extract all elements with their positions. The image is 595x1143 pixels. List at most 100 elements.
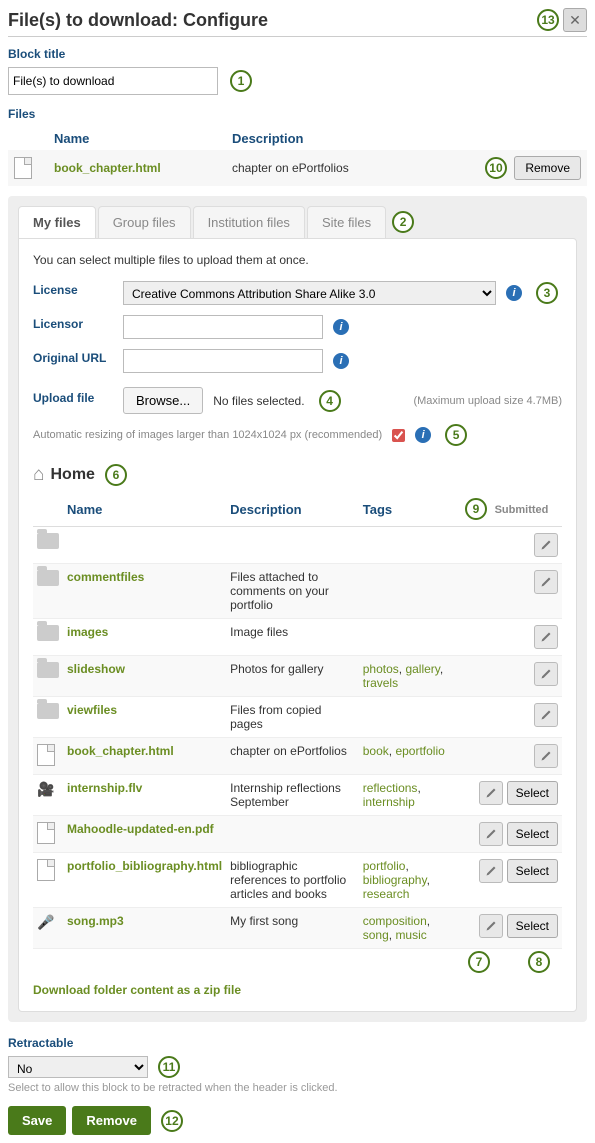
pencil-icon: [540, 668, 552, 680]
file-tags: [359, 527, 457, 564]
pencil-icon: [540, 539, 552, 551]
tag-link[interactable]: song: [363, 928, 389, 942]
tag-link[interactable]: composition: [363, 914, 427, 928]
edit-button[interactable]: [479, 859, 503, 883]
file-description: Photos for gallery: [226, 656, 359, 697]
tag-link[interactable]: portfolio: [363, 859, 406, 873]
retractable-label: Retractable: [8, 1036, 587, 1050]
file-name-link[interactable]: commentfiles: [67, 570, 144, 584]
edit-button[interactable]: [534, 533, 558, 557]
folder-icon: [37, 533, 59, 549]
tag-link[interactable]: bibliography: [363, 873, 427, 887]
original-url-label: Original URL: [33, 351, 113, 365]
close-button[interactable]: ✕: [563, 8, 587, 32]
file-name-link[interactable]: viewfiles: [67, 703, 117, 717]
browse-button[interactable]: Browse...: [123, 387, 203, 414]
file-name-link[interactable]: images: [67, 625, 108, 639]
file-name-link[interactable]: portfolio_bibliography.html: [67, 859, 222, 873]
table-row: book_chapter.htmlchapter on ePortfoliosb…: [33, 738, 562, 775]
folder-icon: [37, 662, 59, 678]
select-button[interactable]: Select: [507, 859, 558, 883]
tag-link[interactable]: photos: [363, 662, 399, 676]
tag-link[interactable]: book: [363, 744, 389, 758]
selected-file-name[interactable]: book_chapter.html: [54, 161, 161, 175]
tag-link[interactable]: gallery: [405, 662, 439, 676]
resize-checkbox[interactable]: [392, 429, 405, 442]
select-button[interactable]: Select: [507, 781, 558, 805]
pencil-icon: [485, 828, 497, 840]
tag-link[interactable]: travels: [363, 676, 398, 690]
select-button[interactable]: Select: [507, 822, 558, 846]
select-button[interactable]: Select: [507, 914, 558, 938]
license-select[interactable]: Creative Commons Attribution Share Alike…: [123, 281, 496, 305]
home-title: Home: [50, 466, 94, 484]
file-tags-header: Tags: [359, 492, 457, 527]
info-icon[interactable]: i: [506, 285, 522, 301]
file-name-link[interactable]: song.mp3: [67, 914, 124, 928]
licensor-input[interactable]: [123, 315, 323, 339]
pencil-icon: [540, 576, 552, 588]
file-tags: [359, 816, 457, 853]
selected-name-header: Name: [48, 127, 226, 150]
annotation-4: 4: [319, 390, 341, 412]
tab-site-files[interactable]: Site files: [307, 206, 386, 238]
table-row: imagesImage files: [33, 619, 562, 656]
table-row: commentfilesFiles attached to comments o…: [33, 564, 562, 619]
file-tags: [359, 619, 457, 656]
retractable-help-text: Select to allow this block to be retract…: [8, 1082, 587, 1094]
edit-button[interactable]: [534, 744, 558, 768]
edit-button[interactable]: [534, 570, 558, 594]
edit-button[interactable]: [534, 625, 558, 649]
annotation-2: 2: [392, 211, 414, 233]
edit-button[interactable]: [534, 662, 558, 686]
file-name-link[interactable]: slideshow: [67, 662, 125, 676]
pencil-icon: [485, 920, 497, 932]
file-name-link[interactable]: internship.flv: [67, 781, 142, 795]
block-title-label: Block title: [8, 47, 65, 61]
folder-icon: [37, 703, 59, 719]
file-tags: [359, 564, 457, 619]
edit-button[interactable]: [479, 822, 503, 846]
edit-button[interactable]: [479, 914, 503, 938]
tab-my-files[interactable]: My files: [18, 206, 96, 238]
file-description: [226, 527, 359, 564]
pencil-icon: [540, 709, 552, 721]
file-tags: book, eportfolio: [359, 738, 457, 775]
save-button[interactable]: Save: [8, 1106, 66, 1135]
block-title-input[interactable]: [8, 67, 218, 95]
tag-link[interactable]: music: [395, 928, 426, 942]
download-zip-link[interactable]: Download folder content as a zip file: [33, 983, 241, 997]
resize-note-text: Automatic resizing of images larger than…: [33, 429, 382, 441]
tag-link[interactable]: internship: [363, 795, 415, 809]
tag-link[interactable]: reflections: [363, 781, 418, 795]
table-row: portfolio_bibliography.htmlbibliographic…: [33, 853, 562, 908]
info-icon[interactable]: i: [415, 427, 431, 443]
file-icon: [37, 822, 55, 844]
upload-status-text: No files selected.: [213, 394, 304, 408]
tab-institution-files[interactable]: Institution files: [193, 206, 305, 238]
info-icon[interactable]: i: [333, 353, 349, 369]
file-name-link[interactable]: book_chapter.html: [67, 744, 174, 758]
file-name-link[interactable]: Mahoodle-updated-en.pdf: [67, 822, 214, 836]
annotation-6: 6: [105, 464, 127, 486]
pencil-icon: [485, 865, 497, 877]
retractable-select[interactable]: No: [8, 1056, 148, 1078]
annotation-9: 9: [465, 498, 487, 520]
original-url-input[interactable]: [123, 349, 323, 373]
info-icon[interactable]: i: [333, 319, 349, 335]
edit-button[interactable]: [479, 781, 503, 805]
file-description: [226, 816, 359, 853]
remove-button[interactable]: Remove: [72, 1106, 151, 1135]
files-label: Files: [8, 107, 587, 121]
file-tags: portfolio, bibliography, research: [359, 853, 457, 908]
submitted-label: Submitted: [495, 504, 549, 516]
video-icon: 🎥: [37, 781, 54, 797]
annotation-12: 12: [161, 1110, 183, 1132]
edit-button[interactable]: [534, 703, 558, 727]
tag-link[interactable]: research: [363, 887, 410, 901]
pencil-icon: [540, 750, 552, 762]
folder-icon: [37, 570, 59, 586]
tag-link[interactable]: eportfolio: [395, 744, 444, 758]
remove-selected-button[interactable]: Remove: [514, 156, 581, 180]
tab-group-files[interactable]: Group files: [98, 206, 191, 238]
